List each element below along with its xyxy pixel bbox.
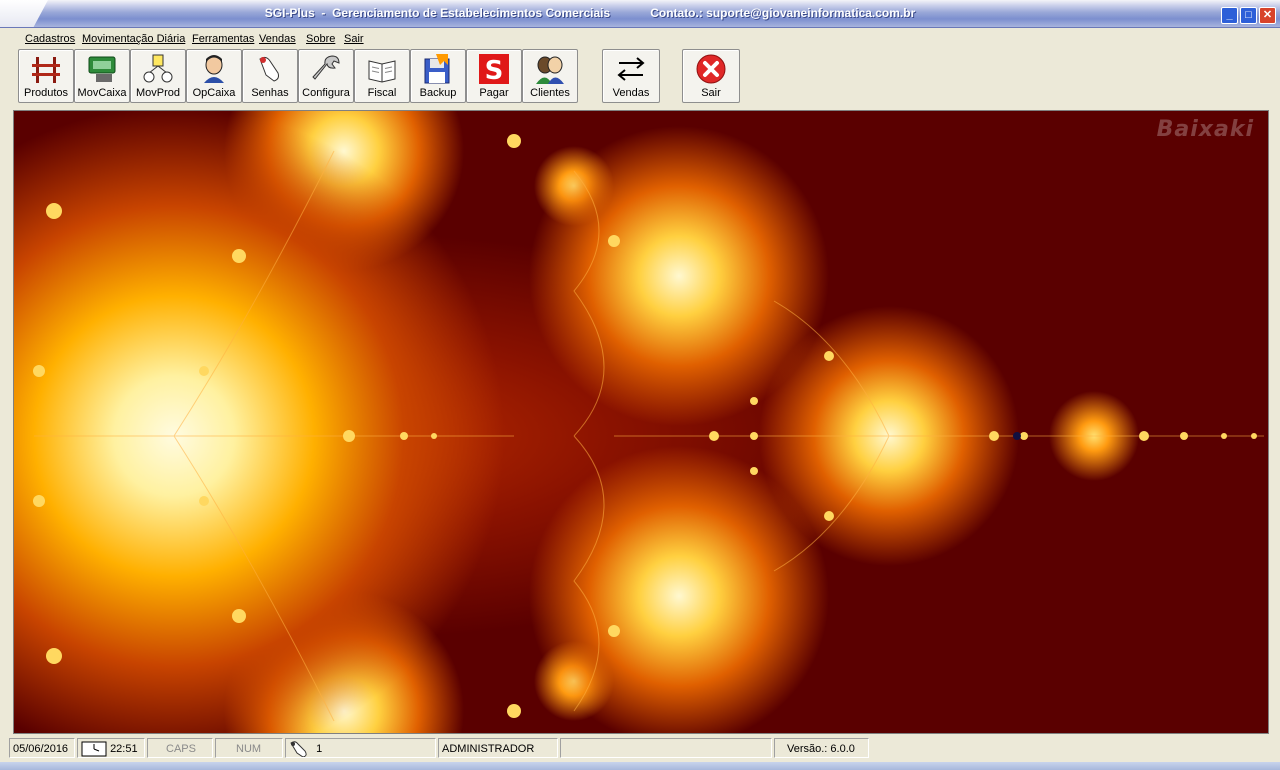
status-bar: 05/06/2016 22:51 CAPS NUM 1 ADMINISTRADO… — [0, 736, 1280, 762]
sair-button[interactable]: Sair — [682, 49, 740, 103]
clientes-button[interactable]: Clientes — [522, 49, 578, 103]
toolbar: Produtos MovCaixa MovProd OpCaixa Senhas… — [0, 48, 1280, 104]
cash-register-icon — [88, 56, 116, 82]
opcaixa-button[interactable]: OpCaixa — [186, 49, 242, 103]
movprod-label: MovProd — [135, 87, 181, 99]
status-time-panel: 22:51 — [77, 738, 145, 758]
status-user-count: 1 — [316, 743, 323, 755]
senhas-label: Senhas — [251, 87, 289, 99]
fractal-filaments — [33, 134, 1264, 722]
opcaixa-label: OpCaixa — [192, 87, 236, 99]
configura-button[interactable]: Configura — [298, 49, 354, 103]
swap-arrows-icon — [617, 57, 645, 81]
shelves-icon — [32, 57, 60, 83]
produtos-label: Produtos — [23, 87, 69, 99]
menu-sair[interactable]: Sair — [344, 33, 364, 45]
status-num: NUM — [215, 738, 283, 758]
menu-cadastros[interactable]: Cadastros — [25, 33, 75, 45]
configura-label: Configura — [302, 87, 350, 99]
pagar-label: Pagar — [479, 87, 509, 99]
menu-sobre[interactable]: Sobre — [306, 33, 335, 45]
main-window: SGI-Plus - Gerenciamento de Estabelecime… — [0, 0, 1280, 770]
menu-ferramentas[interactable]: Ferramentas — [192, 33, 254, 45]
clients-icon — [536, 56, 564, 84]
sair-label: Sair — [701, 87, 721, 99]
movcaixa-label: MovCaixa — [77, 87, 127, 99]
pay-s-icon: S — [479, 54, 509, 85]
produtos-button[interactable]: Produtos — [18, 49, 74, 103]
status-date: 05/06/2016 — [9, 738, 75, 758]
floppy-disk-icon — [424, 54, 450, 84]
pagar-button[interactable]: S Pagar — [466, 49, 522, 103]
window-bottom-edge — [0, 762, 1280, 770]
close-button[interactable]: ✕ — [1259, 7, 1276, 24]
status-time: 22:51 — [110, 743, 138, 755]
status-users-panel: 1 — [285, 738, 436, 758]
vendas-button[interactable]: Vendas — [602, 49, 660, 103]
minimize-button[interactable]: _ — [1221, 7, 1238, 24]
menu-vendas[interactable]: Vendas — [259, 33, 296, 45]
product-flow-icon — [143, 54, 173, 83]
operator-icon — [204, 55, 224, 83]
menu-movimentacao-diaria[interactable]: Movimentação Diária — [82, 33, 185, 45]
status-version: Versão.: 6.0.0 — [774, 738, 869, 758]
senhas-button[interactable]: Senhas — [242, 49, 298, 103]
clientes-label: Clientes — [530, 87, 570, 99]
fiscal-button[interactable]: Fiscal — [354, 49, 410, 103]
wrench-icon — [312, 55, 340, 80]
status-empty — [560, 738, 772, 758]
movcaixa-button[interactable]: MovCaixa — [74, 49, 130, 103]
window-title: SGI-Plus - Gerenciamento de Estabelecime… — [264, 6, 916, 20]
fractal-background: Baixaki — [13, 110, 1269, 734]
clock-icon — [81, 741, 107, 757]
book-icon — [368, 60, 396, 83]
svg-text:S: S — [485, 56, 504, 85]
status-user: ADMINISTRADOR — [438, 738, 558, 758]
menu-bar: Cadastros Movimentação Diária Ferramenta… — [0, 32, 1280, 48]
movprod-button[interactable]: MovProd — [130, 49, 186, 103]
title-bar[interactable]: SGI-Plus - Gerenciamento de Estabelecime… — [0, 0, 1280, 28]
exit-x-icon — [696, 54, 726, 84]
vendas-label: Vendas — [612, 87, 650, 99]
maximize-button[interactable]: □ — [1240, 7, 1257, 24]
backup-button[interactable]: Backup — [410, 49, 466, 103]
password-hand-icon — [259, 56, 279, 82]
watermark-text: Baixaki — [1156, 117, 1254, 142]
fiscal-label: Fiscal — [367, 87, 397, 99]
pointing-hand-icon — [290, 741, 307, 757]
status-caps: CAPS — [147, 738, 213, 758]
backup-label: Backup — [419, 87, 457, 99]
